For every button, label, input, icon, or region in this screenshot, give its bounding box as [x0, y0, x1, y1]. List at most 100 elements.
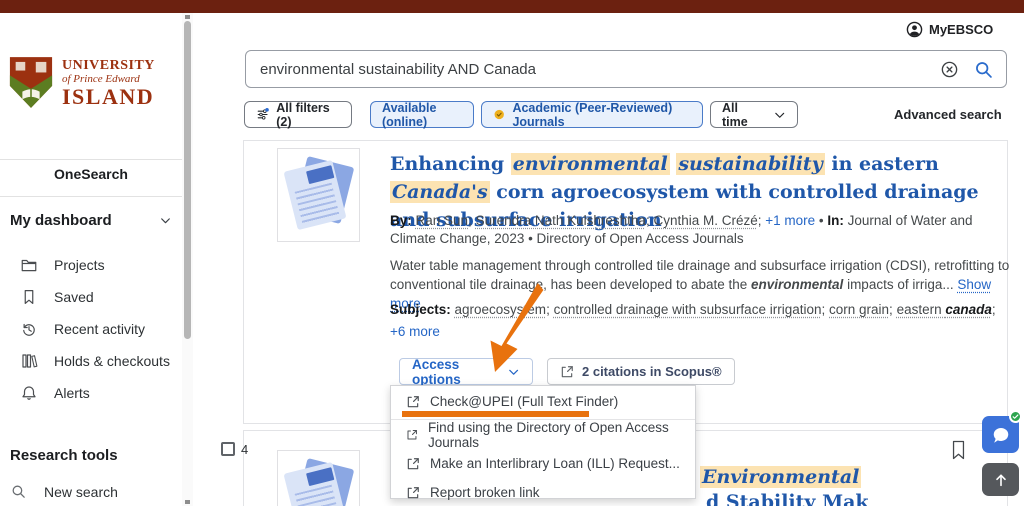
result1-byline: By: Ran Sun; Surendra Nath Kulshreshtha;… — [390, 212, 1010, 248]
arrow-up-icon — [995, 474, 1006, 486]
advanced-search-link[interactable]: Advanced search — [894, 107, 1002, 122]
separator: ; — [468, 213, 476, 228]
account-icon — [906, 21, 923, 38]
subject-link[interactable]: controlled drainage with subsurface irri… — [554, 302, 822, 317]
available-online-chip[interactable]: Available (online) — [370, 100, 474, 129]
external-link-icon — [407, 457, 419, 469]
external-link-icon — [561, 365, 573, 377]
author-link[interactable]: Cynthia M. Crézé — [653, 213, 757, 228]
menu-item-check-upei[interactable]: Check@UPEI (Full Text Finder) — [391, 386, 695, 411]
scopus-citations-label: 2 citations in Scopus® — [582, 364, 722, 379]
scopus-citations-button[interactable]: 2 citations in Scopus® — [547, 358, 735, 385]
author-link[interactable]: Surendra Nath Kulshreshtha — [476, 213, 646, 228]
subject-text: eastern — [896, 302, 946, 317]
abstract-highlight-term: environmental — [751, 277, 844, 292]
menu-item-ill-request[interactable]: Make an Interlibrary Loan (ILL) Request.… — [391, 449, 695, 478]
separator: • — [815, 213, 828, 228]
scroll-to-top-button[interactable] — [982, 463, 1019, 496]
divider — [0, 159, 182, 160]
my-dashboard-header[interactable]: My dashboard — [10, 212, 172, 229]
academic-journals-chip[interactable]: Academic (Peer-Reviewed) Journals — [481, 101, 703, 129]
sidebar-item-alerts[interactable]: Alerts — [20, 381, 180, 405]
sidebar-item-label: Saved — [54, 289, 94, 305]
onesearch-label: OneSearch — [54, 166, 128, 182]
sidebar-item-projects[interactable]: Projects — [20, 253, 180, 277]
scrollbar-up-cap[interactable] — [185, 15, 190, 19]
menu-item-report-broken-link[interactable]: Report broken link — [391, 478, 695, 506]
menu-item-label: Find using the Directory of Open Access … — [427, 419, 669, 450]
title-text: Enhancing — [390, 153, 511, 175]
myebsco-label: MyEBSCO — [929, 22, 994, 37]
search-submit-button[interactable] — [966, 59, 1000, 80]
all-filters-label: All filters (2) — [276, 100, 330, 129]
my-dashboard-label: My dashboard — [10, 212, 112, 229]
save-result-bookmark-button[interactable] — [950, 440, 967, 465]
in-label: In: — [827, 213, 848, 228]
annotation-underline — [402, 411, 589, 417]
more-authors-link[interactable]: +1 more — [765, 213, 815, 228]
title-highlight: Canada's — [390, 181, 490, 203]
bell-icon — [22, 386, 36, 400]
result1-thumbnail — [277, 148, 360, 242]
filters-icon — [257, 108, 269, 120]
clear-circle-icon — [941, 61, 957, 77]
menu-item-label: Check@UPEI (Full Text Finder) — [430, 394, 619, 409]
subject-link[interactable]: corn grain — [829, 302, 889, 317]
peer-reviewed-medal-icon — [494, 109, 504, 120]
access-options-menu: Check@UPEI (Full Text Finder) Find using… — [390, 385, 696, 500]
menu-item-label: Report broken link — [430, 485, 540, 500]
sidebar-item-new-search[interactable]: New search — [10, 483, 118, 500]
library-icon — [22, 354, 38, 368]
sidebar-item-label: Alerts — [54, 385, 90, 401]
external-link-icon — [407, 429, 417, 439]
sidebar-item-holds-checkouts[interactable]: Holds & checkouts — [20, 349, 180, 373]
external-link-icon — [407, 486, 419, 498]
subject-link[interactable]: eastern canada — [897, 302, 992, 317]
result2-title-link[interactable]: Environmental — [700, 466, 862, 488]
journal-thumbnail-icon — [278, 451, 359, 506]
result2-index: 4 — [241, 442, 249, 457]
myebsco-account-button[interactable]: MyEBSCO — [906, 21, 993, 38]
result2-checkbox[interactable] — [221, 442, 235, 456]
by-label: By: — [390, 213, 416, 228]
divider — [0, 196, 182, 197]
sidebar-item-recent-activity[interactable]: Recent activity — [20, 317, 180, 341]
upei-logo-text: UNIVERSITY of Prince Edward ISLAND — [62, 57, 155, 108]
clear-search-button[interactable] — [932, 60, 966, 79]
chevron-down-icon — [161, 218, 170, 224]
sidebar: UNIVERSITY of Prince Edward ISLAND OneSe… — [0, 13, 182, 506]
upei-logo: UNIVERSITY of Prince Edward ISLAND — [8, 50, 178, 116]
title-text: in eastern — [824, 153, 939, 175]
sidebar-item-label: Projects — [54, 257, 105, 273]
history-icon — [23, 323, 35, 336]
scrollbar-thumb[interactable] — [184, 21, 191, 339]
time-filter-chip[interactable]: All time — [710, 101, 798, 129]
menu-item-find-doaj[interactable]: Find using the Directory of Open Access … — [391, 419, 695, 450]
scrollbar-down-cap[interactable] — [185, 500, 190, 504]
brand-top-bar — [0, 0, 1024, 13]
search-input[interactable] — [246, 60, 932, 78]
sidebar-scrollbar[interactable] — [182, 13, 193, 506]
folder-icon — [21, 259, 37, 272]
sidebar-item-label: Holds & checkouts — [54, 353, 170, 369]
separator: ; — [991, 302, 996, 317]
author-link[interactable]: Ran Sun — [416, 213, 469, 228]
upei-shield-icon — [9, 57, 53, 108]
menu-item-label: Make an Interlibrary Loan (ILL) Request.… — [430, 456, 680, 471]
separator: ; — [821, 302, 829, 317]
result2-thumbnail — [277, 450, 360, 506]
external-link-icon — [407, 395, 419, 407]
annotation-arrow — [490, 283, 544, 372]
chevron-down-icon — [774, 112, 784, 118]
logo-line1: UNIVERSITY — [62, 57, 155, 73]
research-tools-header: Research tools — [10, 447, 118, 464]
sidebar-item-saved[interactable]: Saved — [20, 285, 180, 309]
available-online-label: Available (online) — [382, 100, 437, 129]
result2-title-fragment[interactable]: d Stability Mak — [706, 491, 869, 506]
search-icon — [12, 485, 25, 498]
title-highlight: sustainability — [676, 153, 825, 175]
check-icon — [1012, 414, 1019, 419]
bookmark-icon — [24, 290, 34, 304]
all-filters-chip[interactable]: All filters (2) — [244, 100, 352, 129]
bookmark-icon — [952, 440, 965, 460]
